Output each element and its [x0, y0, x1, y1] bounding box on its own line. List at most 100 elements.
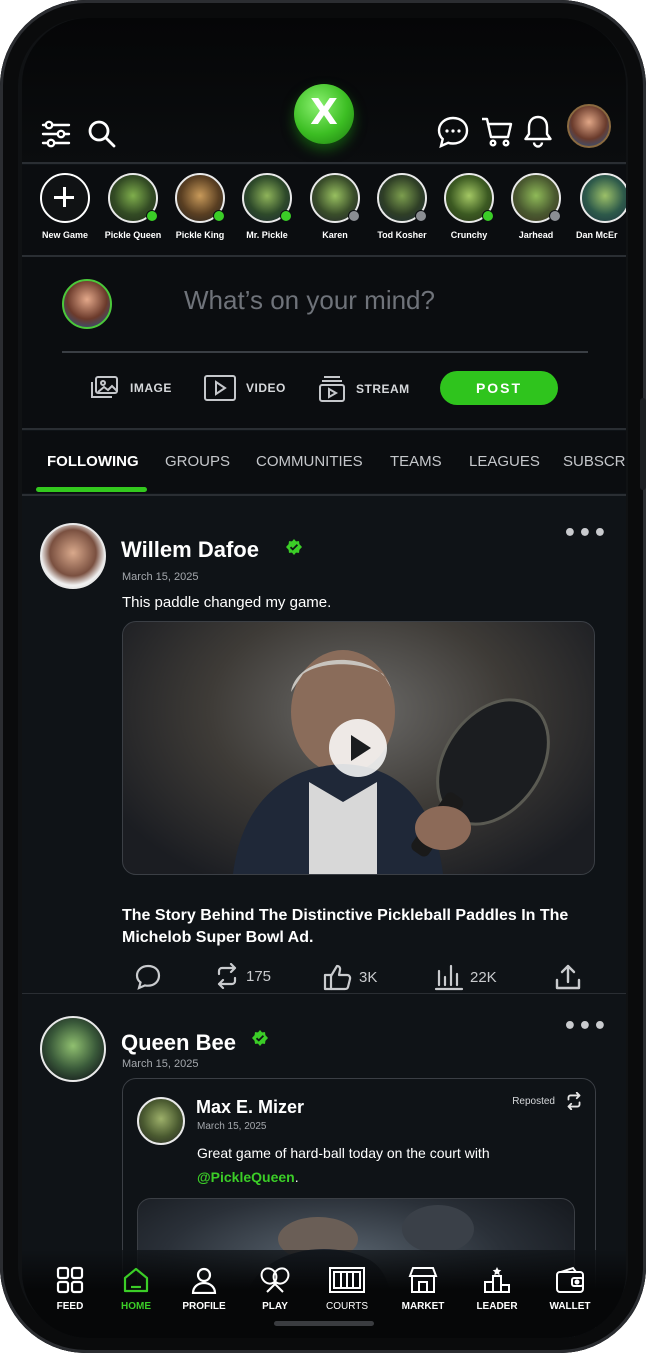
tab-subscriptions[interactable]: SUBSCR: [563, 453, 626, 470]
video-button[interactable]: VIDEO: [204, 375, 286, 401]
story-name: Tod Kosher: [377, 230, 427, 240]
video-thumbnail[interactable]: [122, 621, 595, 875]
more-options-icon[interactable]: •••: [563, 521, 608, 546]
top-header: X: [22, 18, 626, 163]
story-item[interactable]: Jarhead: [503, 173, 569, 240]
post-date: March 15, 2025: [122, 1058, 199, 1070]
image-label: IMAGE: [130, 381, 172, 395]
like-button[interactable]: 3K: [323, 963, 377, 991]
plus-icon: [40, 173, 90, 223]
nav-feed[interactable]: FEED: [35, 1266, 105, 1312]
avatar[interactable]: [40, 523, 106, 589]
online-status-dot: [482, 210, 494, 222]
story-item[interactable]: Mr. Pickle: [234, 173, 300, 240]
nav-leader[interactable]: LEADER: [462, 1266, 532, 1312]
tab-groups[interactable]: GROUPS: [165, 453, 230, 470]
new-game-story[interactable]: New Game: [32, 173, 98, 240]
post-author[interactable]: Queen Bee: [121, 1030, 236, 1056]
stream-label: STREAM: [356, 382, 410, 396]
nav-label: COURTS: [325, 1301, 369, 1312]
tab-leagues[interactable]: LEAGUES: [469, 453, 540, 470]
story-name: Dan McEr: [576, 230, 618, 240]
image-icon: [91, 376, 118, 398]
more-options-icon[interactable]: •••: [563, 1014, 608, 1039]
tab-following[interactable]: FOLLOWING: [47, 453, 139, 470]
grid-icon: [56, 1266, 84, 1294]
avatar: [175, 173, 225, 223]
feed-tabs: FOLLOWING GROUPS COMMUNITIES TEAMS LEAGU…: [22, 431, 626, 493]
thumbs-up-icon: [323, 964, 352, 991]
views-stat: 22K: [434, 963, 497, 991]
app-logo[interactable]: X: [294, 84, 354, 144]
share-icon: [555, 964, 581, 990]
story-item[interactable]: Pickle Queen: [100, 173, 166, 240]
repost-icon: [567, 1092, 581, 1110]
filter-sliders-icon[interactable]: [40, 118, 72, 150]
offline-status-dot: [348, 210, 360, 222]
home-icon: [123, 1267, 149, 1293]
avatar[interactable]: [137, 1097, 185, 1145]
avatar[interactable]: [40, 1016, 106, 1082]
story-name: New Game: [41, 230, 89, 240]
home-indicator: [274, 1321, 374, 1326]
video-icon: [204, 375, 236, 401]
story-item[interactable]: Pickle King: [167, 173, 233, 240]
nav-courts[interactable]: COURTS: [312, 1266, 382, 1312]
nav-market[interactable]: MARKET: [388, 1266, 458, 1312]
comment-icon: [135, 964, 161, 990]
offline-status-dot: [549, 210, 561, 222]
post-author[interactable]: Willem Dafoe: [121, 537, 259, 563]
nav-play[interactable]: PLAY: [240, 1266, 310, 1312]
tab-communities[interactable]: COMMUNITIES: [256, 453, 363, 470]
crossed-paddles-icon: [260, 1267, 290, 1293]
post-date: March 15, 2025: [122, 571, 199, 583]
story-item[interactable]: Karen: [302, 173, 368, 240]
video-label: VIDEO: [246, 381, 286, 395]
online-status-dot: [146, 210, 158, 222]
story-item[interactable]: Dan McEr: [570, 173, 626, 240]
repost-button[interactable]: 175: [214, 963, 271, 989]
profile-icon: [191, 1267, 217, 1295]
user-avatar[interactable]: [567, 104, 611, 148]
mention-link[interactable]: @PickleQueen: [197, 1169, 295, 1185]
comment-button[interactable]: [134, 963, 168, 991]
post-divider: [22, 993, 626, 994]
repost-author[interactable]: Max E. Mizer: [196, 1097, 304, 1118]
nav-label: LEADER: [476, 1301, 518, 1312]
avatar: [310, 173, 360, 223]
nav-home[interactable]: HOME: [101, 1266, 171, 1312]
post-text: This paddle changed my game.: [122, 594, 332, 611]
avatar: [242, 173, 292, 223]
views-count: 22K: [470, 968, 497, 986]
post-headline[interactable]: The Story Behind The Distinctive Pickleb…: [122, 905, 592, 949]
story-name: Mr. Pickle: [246, 230, 288, 240]
stream-icon: [319, 376, 345, 402]
story-name: Jarhead: [518, 230, 554, 240]
avatar: [62, 279, 112, 329]
stream-button[interactable]: STREAM: [318, 375, 410, 403]
nav-wallet[interactable]: WALLET: [535, 1266, 605, 1312]
avatar: [108, 173, 158, 223]
image-button[interactable]: IMAGE: [90, 375, 172, 401]
story-item[interactable]: Crunchy: [436, 173, 502, 240]
share-button[interactable]: [554, 963, 588, 991]
chat-icon[interactable]: [436, 115, 470, 149]
repost-count: 175: [246, 967, 272, 985]
bell-icon[interactable]: [522, 114, 554, 148]
app-screen: X New Game Pickle Queen Pickle King Mr. …: [22, 18, 626, 1338]
side-button: [640, 398, 646, 490]
verified-badge-icon: [252, 1030, 268, 1046]
search-icon[interactable]: [86, 118, 118, 150]
avatar: [444, 173, 494, 223]
nav-label: FEED: [56, 1301, 84, 1312]
cart-icon[interactable]: [480, 114, 514, 148]
play-icon[interactable]: [329, 719, 387, 777]
post-composer: What’s on your mind? IMAGE VIDEO STREAM: [22, 257, 626, 428]
nav-profile[interactable]: PROFILE: [169, 1266, 239, 1312]
tab-teams[interactable]: TEAMS: [390, 453, 442, 470]
composer-input[interactable]: What’s on your mind?: [184, 285, 435, 316]
story-item[interactable]: Tod Kosher: [369, 173, 435, 240]
stories-row: New Game Pickle Queen Pickle King Mr. Pi…: [22, 165, 626, 255]
post-button[interactable]: POST: [440, 371, 558, 405]
tabs-divider: [22, 494, 626, 496]
